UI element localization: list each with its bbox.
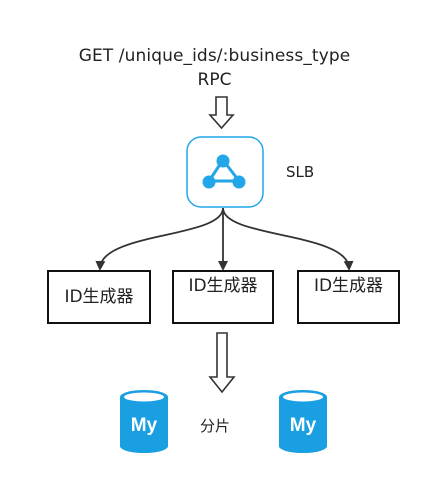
mysql-database-icon: My: [120, 390, 168, 453]
protocol-label: RPC: [197, 70, 232, 90]
mysql-icon-text: My: [290, 415, 317, 436]
id-generator-label: ID生成器: [313, 276, 384, 296]
id-generator-label: ID生成器: [188, 276, 258, 296]
id-generator-box: ID生成器: [47, 270, 151, 324]
connector-right: [222, 207, 354, 271]
connector-left: [95, 207, 224, 271]
id-generator-label: ID生成器: [64, 287, 134, 307]
id-generator-box: ID生成器: [297, 270, 400, 324]
request-endpoint: GET /unique_ids/:business_type: [78, 46, 351, 66]
sharding-label: 分片: [200, 417, 231, 435]
id-generator-box: ID生成器: [172, 270, 274, 324]
slb-icon: [186, 136, 264, 208]
slb-label: SLB: [286, 163, 315, 181]
shard-arrow: [208, 332, 236, 394]
mysql-icon-text: My: [131, 415, 158, 436]
mysql-database-icon: My: [279, 390, 327, 453]
request-arrow: [208, 96, 235, 130]
